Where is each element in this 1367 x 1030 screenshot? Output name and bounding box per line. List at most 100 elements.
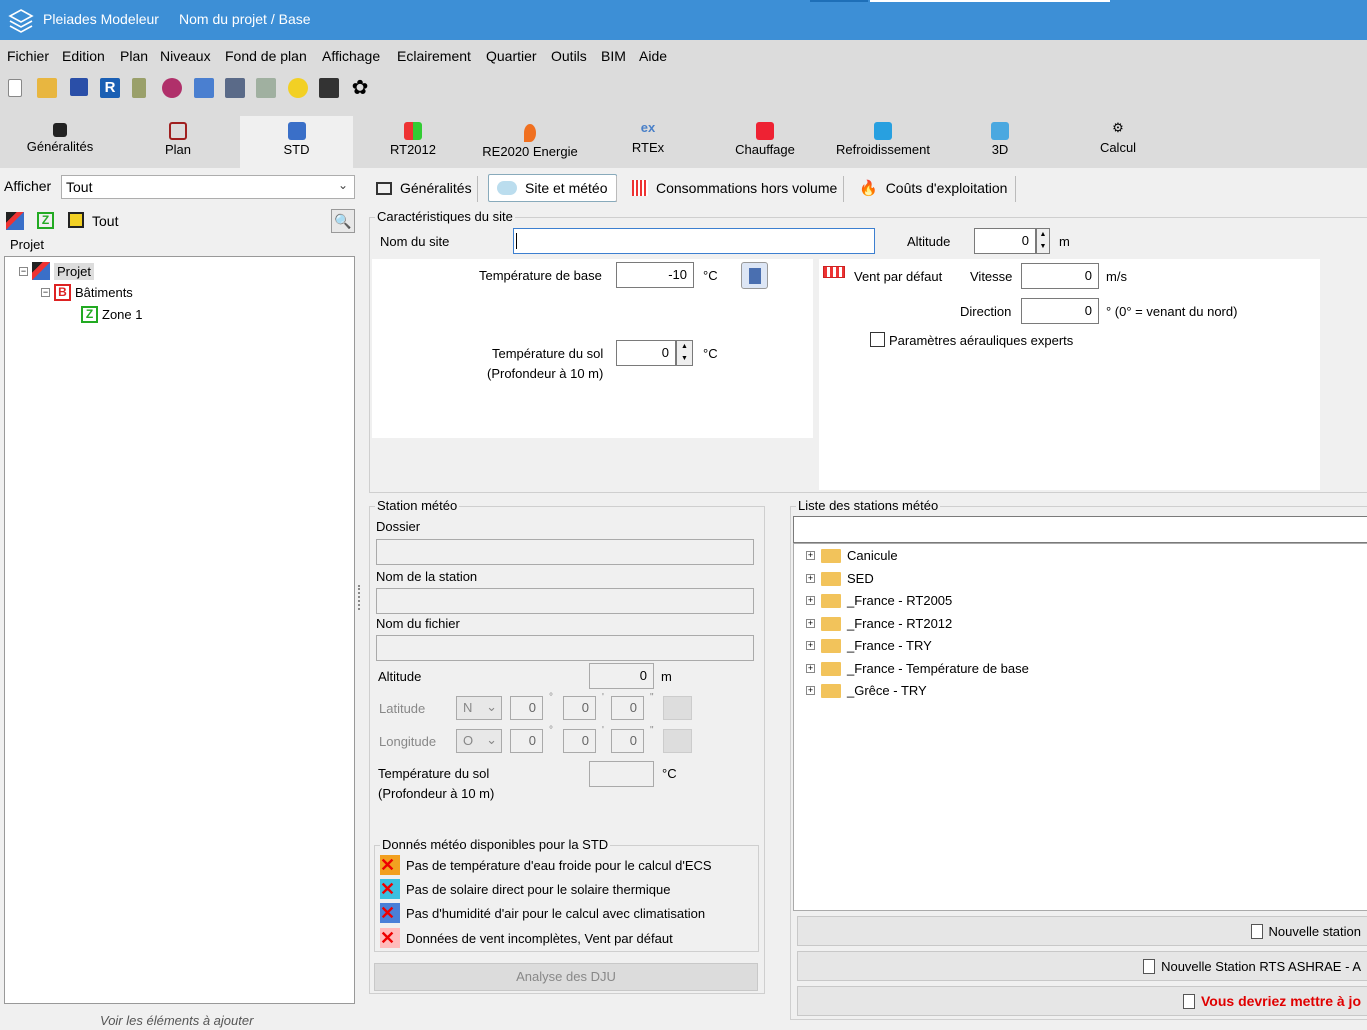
footer-hint[interactable]: Voir les éléments à ajouter bbox=[100, 1013, 253, 1028]
menu-edition[interactable]: Edition bbox=[62, 48, 105, 64]
sun-icon[interactable] bbox=[288, 78, 308, 98]
tree-node-zone[interactable]: Z Zone 1 bbox=[81, 306, 142, 323]
list-icon[interactable] bbox=[225, 78, 245, 98]
menu-aide[interactable]: Aide bbox=[639, 48, 667, 64]
subtab-site-meteo[interactable]: Site et météo bbox=[488, 174, 617, 202]
expand-icon[interactable]: + bbox=[806, 619, 815, 628]
dossier-field[interactable] bbox=[376, 539, 754, 565]
tool-icon[interactable] bbox=[132, 78, 146, 98]
temp-base-input[interactable]: -10 bbox=[616, 262, 694, 288]
tab-plan[interactable]: Plan bbox=[128, 116, 228, 168]
tree-node-projet[interactable]: − Projet bbox=[19, 262, 94, 280]
station-item[interactable]: + _France - TRY bbox=[806, 638, 932, 653]
station-item[interactable]: + _France - Température de base bbox=[806, 661, 1029, 676]
tab-chauffage[interactable]: Chauffage bbox=[715, 116, 815, 168]
tab-re2020[interactable]: RE2020 Energie bbox=[475, 116, 585, 168]
temp-sol-input[interactable]: 0 bbox=[616, 340, 676, 366]
menu-affichage[interactable]: Affichage bbox=[322, 48, 380, 64]
warning-text: Pas de solaire direct pour le solaire th… bbox=[406, 881, 671, 897]
new-rts-station-button[interactable]: Nouvelle Station RTS ASHRAE - A bbox=[797, 951, 1367, 981]
tab-rt2012[interactable]: RT2012 bbox=[363, 116, 463, 168]
altitude-stepper[interactable]: ▲ ▼ bbox=[1036, 228, 1050, 254]
latitude-sec[interactable]: 0 bbox=[611, 696, 644, 720]
subtab-couts[interactable]: 🔥 Coûts d'exploitation bbox=[851, 174, 1015, 202]
table-icon[interactable] bbox=[194, 78, 214, 98]
expand-icon[interactable]: + bbox=[806, 551, 815, 560]
expand-icon[interactable]: + bbox=[806, 641, 815, 650]
latitude-min[interactable]: 0 bbox=[563, 696, 596, 720]
tab-3d[interactable]: 3D bbox=[950, 116, 1050, 168]
expand-icon[interactable]: + bbox=[806, 596, 815, 605]
stations-search-input[interactable] bbox=[793, 516, 1367, 543]
direction-input[interactable]: 0 bbox=[1021, 298, 1099, 324]
search-icon[interactable]: 🔍 bbox=[331, 209, 355, 233]
chevron-down-icon: ⌄ bbox=[486, 732, 497, 747]
menu-niveaux[interactable]: Niveaux bbox=[160, 48, 211, 64]
open-folder-icon[interactable] bbox=[37, 78, 57, 98]
station-item[interactable]: + _Grêce - TRY bbox=[806, 683, 927, 698]
link-icon[interactable] bbox=[256, 78, 276, 98]
splitter-handle[interactable] bbox=[358, 585, 361, 610]
station-item[interactable]: + _France - RT2012 bbox=[806, 616, 952, 631]
collapse-icon[interactable]: − bbox=[19, 266, 28, 276]
tab-label: RT2012 bbox=[389, 142, 436, 157]
tab-rtex[interactable]: ex RTEx bbox=[598, 116, 698, 168]
nom-site-input[interactable] bbox=[513, 228, 875, 254]
collapse-icon[interactable]: − bbox=[41, 288, 50, 297]
altitude-input[interactable]: 0 bbox=[974, 228, 1036, 254]
latitude-dir-select[interactable]: N ⌄ bbox=[456, 696, 502, 720]
longitude-deg[interactable]: 0 bbox=[510, 729, 543, 753]
zone-filter-icon[interactable]: Z bbox=[37, 212, 54, 229]
menu-plan[interactable]: Plan bbox=[120, 48, 148, 64]
network-icon[interactable] bbox=[162, 78, 182, 98]
calculator-icon[interactable] bbox=[741, 262, 768, 289]
settings-icon[interactable]: ✿ bbox=[350, 78, 370, 98]
menu-fichier[interactable]: Fichier bbox=[7, 48, 49, 64]
new-station-button[interactable]: Nouvelle station bbox=[797, 916, 1367, 946]
tab-generalites[interactable]: Généralités bbox=[10, 116, 110, 168]
tree-node-batiments[interactable]: − B Bâtiments bbox=[41, 284, 133, 301]
menu-bim[interactable]: BIM bbox=[601, 48, 626, 64]
new-file-icon[interactable] bbox=[8, 79, 22, 97]
longitude-sec[interactable]: 0 bbox=[611, 729, 644, 753]
temp-base-unit: °C bbox=[703, 268, 718, 283]
tab-calcul[interactable]: ⚙ Calcul bbox=[1068, 116, 1168, 168]
nom-station-field[interactable] bbox=[376, 588, 754, 614]
expand-icon[interactable]: + bbox=[806, 664, 815, 673]
station-item[interactable]: + _France - RT2005 bbox=[806, 593, 952, 608]
experts-checkbox[interactable] bbox=[870, 332, 885, 347]
warning-vent: ✕ Données de vent incomplètes, Vent par d… bbox=[380, 928, 673, 948]
expand-icon[interactable]: + bbox=[806, 574, 815, 583]
frame-icon[interactable] bbox=[68, 212, 84, 228]
rt2012-icon bbox=[404, 122, 422, 140]
station-altitude-field[interactable]: 0 bbox=[589, 663, 654, 689]
project-icon[interactable] bbox=[6, 212, 24, 230]
nom-fichier-field[interactable] bbox=[376, 635, 754, 661]
subtab-consommations[interactable]: Consommations hors volume bbox=[624, 174, 845, 202]
afficher-select[interactable]: Tout ⌄ bbox=[61, 175, 355, 199]
print-icon[interactable] bbox=[319, 78, 339, 98]
tab-refroidissement[interactable]: Refroidissement bbox=[828, 116, 938, 168]
expand-icon[interactable]: + bbox=[806, 686, 815, 695]
update-warning-button[interactable]: Vous devriez mettre à jo bbox=[797, 986, 1367, 1016]
menu-fond-de-plan[interactable]: Fond de plan bbox=[225, 48, 307, 64]
temp-sol-stepper[interactable]: ▲ ▼ bbox=[676, 340, 693, 366]
tab-label: Généralités bbox=[26, 139, 94, 154]
station-temp-sol-field[interactable] bbox=[589, 761, 654, 787]
dju-button[interactable]: Analyse des DJU bbox=[374, 963, 758, 991]
longitude-min[interactable]: 0 bbox=[563, 729, 596, 753]
menu-outils[interactable]: Outils bbox=[551, 48, 587, 64]
tab-std[interactable]: STD bbox=[240, 116, 353, 168]
warning-eau-froide: ✕ Pas de température d'eau froide pour le… bbox=[380, 855, 712, 875]
save-icon[interactable] bbox=[70, 78, 88, 96]
station-temp-sol-label: Température du sol bbox=[378, 766, 490, 781]
subtab-generalites[interactable]: Généralités bbox=[368, 174, 480, 202]
longitude-dir-select[interactable]: O ⌄ bbox=[456, 729, 502, 753]
menu-quartier[interactable]: Quartier bbox=[486, 48, 537, 64]
revit-icon[interactable]: R bbox=[100, 78, 120, 98]
vitesse-input[interactable]: 0 bbox=[1021, 263, 1099, 289]
latitude-deg[interactable]: 0 bbox=[510, 696, 543, 720]
station-item[interactable]: + SED bbox=[806, 571, 874, 586]
station-item[interactable]: + Canicule bbox=[806, 548, 898, 563]
menu-eclairement[interactable]: Eclairement bbox=[397, 48, 471, 64]
